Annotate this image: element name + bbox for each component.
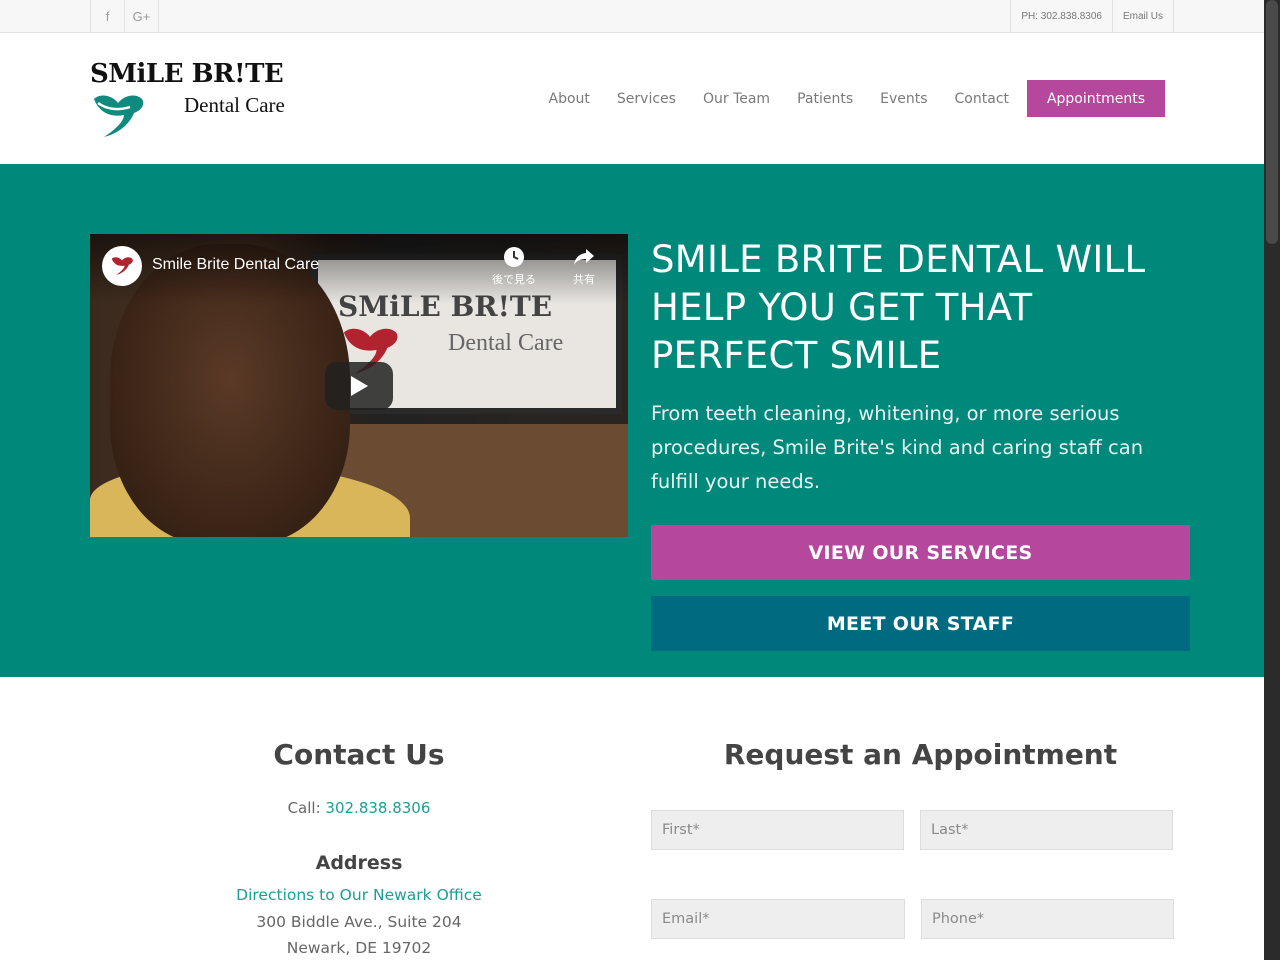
appointments-button[interactable]: Appointments [1027, 80, 1165, 117]
first-name-field[interactable] [651, 810, 904, 850]
social-links: f G+ [90, 0, 159, 33]
play-icon [351, 376, 368, 396]
main-nav: About Services Our Team Patients Events … [522, 80, 1165, 117]
video-player[interactable]: SMiLE BR!TE Dental Care Smile Brite Dent… [90, 234, 628, 537]
top-phone-link[interactable]: PH: 302.838.8306 [1010, 0, 1112, 33]
address-line-1: 300 Biddle Ave., Suite 204 [256, 913, 462, 931]
contact-heading: Contact Us [273, 738, 445, 771]
channel-heart-icon [111, 257, 133, 275]
share-icon [574, 249, 594, 265]
nav-patients[interactable]: Patients [797, 91, 853, 107]
hero-section: SMiLE BR!TE Dental Care Smile Brite Dent… [0, 164, 1264, 677]
meet-staff-button[interactable]: MEET OUR STAFF [651, 596, 1190, 651]
last-name-field[interactable] [920, 810, 1173, 850]
tooth-heart-icon [94, 95, 144, 137]
nav-services[interactable]: Services [617, 91, 676, 107]
view-services-button[interactable]: VIEW OUR SERVICES [651, 525, 1190, 580]
channel-avatar[interactable] [102, 246, 142, 286]
logo-wordmark: SMiLE BR!TE [90, 59, 284, 89]
nav-events[interactable]: Events [880, 91, 927, 107]
scrollbar-thumb[interactable] [1266, 0, 1278, 244]
top-email-link[interactable]: Email Us [1111, 0, 1174, 33]
facebook-icon[interactable]: f [90, 0, 124, 33]
clock-icon [504, 247, 524, 267]
nav-contact[interactable]: Contact [955, 91, 1009, 107]
top-bar: f G+ PH: 302.838.8306 Email Us [0, 0, 1264, 33]
address-line-2: Newark, DE 19702 [286, 939, 432, 957]
site-logo[interactable]: SMiLE BR!TE Dental Care [90, 59, 295, 139]
watch-later-label: 後で見る [492, 273, 536, 286]
video-title[interactable]: Smile Brite Dental Care [152, 256, 319, 274]
watch-later-button[interactable]: 後で見る [492, 246, 536, 287]
appointment-heading: Request an Appointment [723, 738, 1118, 771]
hero-description: From teeth cleaning, whitening, or more … [651, 402, 1144, 493]
nav-our-team[interactable]: Our Team [703, 91, 770, 107]
play-button[interactable] [325, 362, 393, 410]
email-field[interactable] [651, 899, 905, 939]
phone-link[interactable]: 302.838.8306 [325, 799, 430, 817]
site-header: SMiLE BR!TE Dental Care About Services O… [0, 33, 1264, 164]
hero-heading: SMILE BRITE DENTAL WILL HELP YOU GET THA… [651, 238, 1146, 377]
address-heading: Address [315, 852, 403, 874]
phone-field[interactable] [921, 899, 1174, 939]
logo-subtitle: Dental Care [184, 93, 285, 117]
share-button[interactable]: 共有 [573, 246, 595, 287]
share-label: 共有 [573, 273, 595, 286]
top-contact-links: PH: 302.838.8306 Email Us [1010, 0, 1174, 33]
directions-link[interactable]: Directions to Our Newark Office [90, 886, 628, 904]
call-label: Call: [287, 799, 321, 817]
call-line: Call: 302.838.8306 [90, 799, 628, 817]
google-plus-icon[interactable]: G+ [124, 0, 159, 33]
video-sign-subtext: Dental Care [448, 330, 564, 356]
nav-about[interactable]: About [549, 91, 590, 107]
